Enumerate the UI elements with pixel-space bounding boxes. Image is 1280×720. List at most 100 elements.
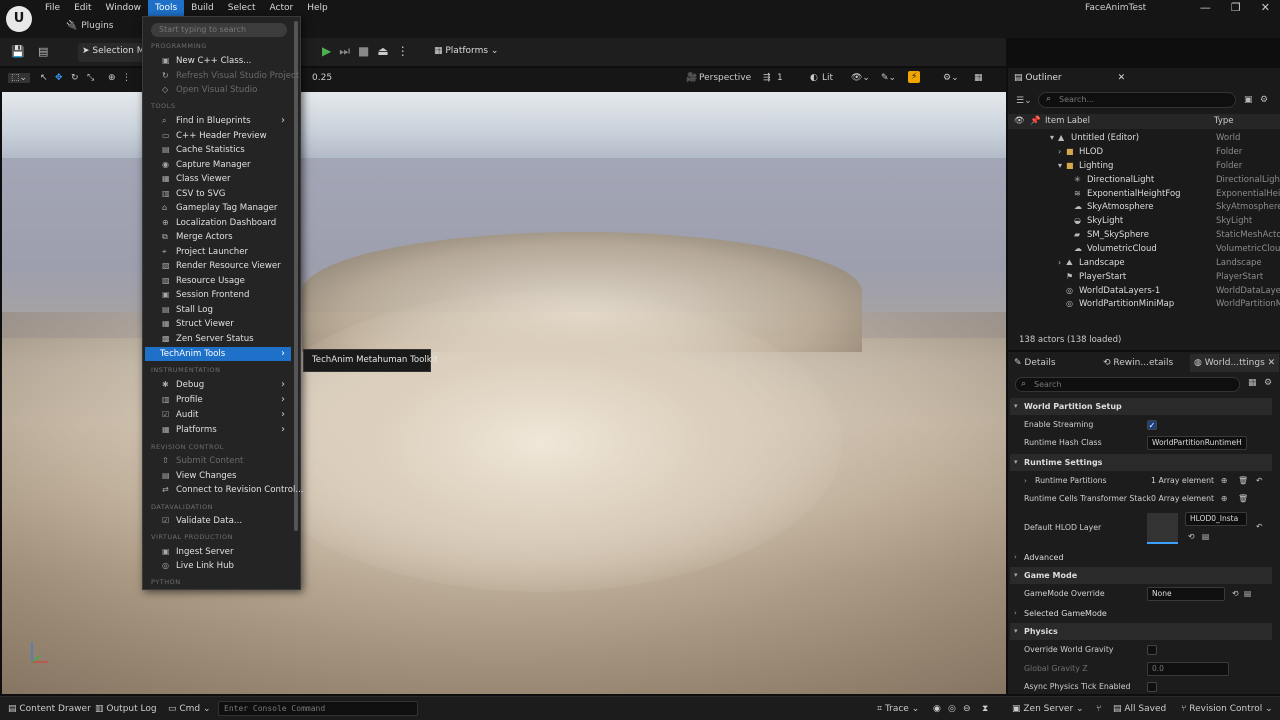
menu-item-view-changes[interactable]: ▤ View Changes bbox=[145, 469, 291, 483]
override-gravity-checkbox[interactable] bbox=[1147, 645, 1157, 655]
add-element-icon[interactable]: ⊕ bbox=[1221, 490, 1228, 508]
snap-value[interactable]: 0.25 bbox=[312, 73, 332, 83]
enable-streaming-checkbox[interactable]: ✓ bbox=[1147, 420, 1157, 430]
menu-search-input[interactable]: Start typing to search bbox=[151, 23, 287, 37]
menu-window[interactable]: Window bbox=[99, 0, 149, 16]
menu-item-merge-actors[interactable]: ⧉ Merge Actors bbox=[145, 230, 291, 244]
brush-settings-icon[interactable]: ✎⌄ bbox=[881, 73, 896, 83]
tab-details[interactable]: ✎ Details bbox=[1014, 354, 1056, 372]
details-search-input[interactable]: Search bbox=[1015, 377, 1240, 392]
settings-icon[interactable]: ⚙⌄ bbox=[943, 73, 959, 83]
zen-server-button[interactable]: ▣ Zen Server ⌄ bbox=[1012, 704, 1084, 714]
menu-item-find-in-blueprints[interactable]: ⌕ Find in Blueprints › bbox=[145, 114, 291, 128]
menu-item-validate-data[interactable]: ☑ Validate Data... bbox=[145, 514, 291, 528]
menu-item-render-resource-viewer[interactable]: ▧ Render Resource Viewer bbox=[145, 259, 291, 273]
menu-help[interactable]: Help bbox=[300, 0, 335, 16]
maximize-icon[interactable]: ❐ bbox=[1231, 1, 1241, 14]
section-world-partition-setup[interactable]: ▾ World Partition Setup bbox=[1010, 398, 1272, 415]
move-tool-icon[interactable]: ✥ bbox=[55, 73, 63, 83]
visibility-icon[interactable]: 👁 bbox=[1014, 116, 1025, 126]
menu-item-profile[interactable]: ▥ Profile › bbox=[145, 393, 291, 407]
outliner-row[interactable]: ☁ SkyAtmosphere SkyAtmosphere bbox=[1008, 200, 1280, 214]
layout-icon[interactable]: ▦ bbox=[974, 73, 983, 83]
menu-item-struct-viewer[interactable]: ▦ Struct Viewer bbox=[145, 317, 291, 331]
menu-item-live-link-hub[interactable]: ◎ Live Link Hub bbox=[145, 559, 291, 573]
world-local-icon[interactable]: ⊕ bbox=[108, 73, 116, 83]
camera-speed-button[interactable]: 1 bbox=[777, 73, 783, 83]
step-icon[interactable]: ⏭ bbox=[339, 44, 350, 59]
menu-item-audit[interactable]: ☑ Audit › bbox=[145, 408, 291, 422]
outliner-tab[interactable]: ▤ Outliner ✕ bbox=[1008, 68, 1125, 88]
menu-actor[interactable]: Actor bbox=[263, 0, 301, 16]
all-saved-button[interactable]: ▤ All Saved bbox=[1113, 704, 1166, 714]
settings-icon[interactable]: ⚙ bbox=[1264, 378, 1272, 388]
close-tab-icon[interactable]: ✕ bbox=[1265, 358, 1276, 368]
outliner-row[interactable]: › ⛰ Landscape Landscape bbox=[1008, 256, 1280, 270]
menu-item-ingest-server[interactable]: ▣ Ingest Server bbox=[145, 545, 291, 559]
hlod-dropdown[interactable]: HLOD0_Insta bbox=[1185, 512, 1247, 526]
section-physics[interactable]: ▾ Physics bbox=[1010, 623, 1272, 640]
close-tab-icon[interactable]: ✕ bbox=[1118, 73, 1126, 83]
outliner-search-input[interactable]: Search... bbox=[1038, 92, 1236, 108]
expand-arrow-icon[interactable]: › bbox=[1058, 256, 1061, 270]
unreal-logo-icon[interactable]: U bbox=[6, 6, 32, 32]
menu-item-resource-usage[interactable]: ▨ Resource Usage bbox=[145, 274, 291, 288]
menu-item-class-viewer[interactable]: ▦ Class Viewer bbox=[145, 172, 291, 186]
outliner-row[interactable]: ⚑ PlayerStart PlayerStart bbox=[1008, 270, 1280, 284]
menu-item-gameplay-tag-manager[interactable]: ⌂ Gameplay Tag Manager bbox=[145, 201, 291, 215]
add-folder-icon[interactable]: ▣ bbox=[1244, 95, 1253, 105]
menu-file[interactable]: File bbox=[38, 0, 67, 16]
outliner-row[interactable]: ▰ SM_SkySphere StaticMeshActor bbox=[1008, 228, 1280, 242]
use-selected-icon[interactable]: ⟲ bbox=[1232, 585, 1239, 603]
filter-icon[interactable]: ☰⌄ bbox=[1016, 96, 1032, 106]
trash-icon[interactable]: 🗑 bbox=[1238, 490, 1248, 508]
expand-arrow-icon[interactable]: › bbox=[1058, 145, 1061, 159]
menu-item-session-frontend[interactable]: ▣ Session Frontend bbox=[145, 288, 291, 302]
menu-build[interactable]: Build bbox=[184, 0, 221, 16]
menu-item-capture-manager[interactable]: ◉ Capture Manager bbox=[145, 158, 291, 172]
menu-select[interactable]: Select bbox=[221, 0, 263, 16]
type-header[interactable]: Type bbox=[1214, 116, 1234, 126]
section-advanced[interactable]: › Advanced bbox=[1010, 549, 1272, 566]
outliner-row[interactable]: ✳ DirectionalLight DirectionalLight bbox=[1008, 173, 1280, 187]
menu-item-localization-dashboard[interactable]: ⊕ Localization Dashboard bbox=[145, 216, 291, 230]
item-label-header[interactable]: Item Label bbox=[1045, 116, 1090, 126]
browse-icon[interactable]: ▤ bbox=[1244, 585, 1251, 603]
save-icon[interactable]: 💾 bbox=[11, 45, 25, 58]
scale-tool-icon[interactable]: ⤡ bbox=[87, 73, 94, 83]
toggle-icon[interactable]: ⊖ bbox=[963, 704, 971, 714]
menu-item-cache-statistics[interactable]: ▤ Cache Statistics bbox=[145, 143, 291, 157]
menu-scrollbar[interactable] bbox=[294, 21, 298, 531]
rotate-tool-icon[interactable]: ↻ bbox=[71, 73, 79, 83]
content-browser-icon[interactable]: ▤ bbox=[38, 45, 48, 58]
outliner-row[interactable]: ▾ ■ Lighting Folder bbox=[1008, 159, 1280, 173]
expand-arrow-icon[interactable]: ▾ bbox=[1050, 131, 1054, 145]
expand-arrow-icon[interactable]: ▾ bbox=[1058, 159, 1062, 173]
play-options-icon[interactable]: ⋮ bbox=[397, 44, 409, 59]
expand-arrow-icon[interactable]: › bbox=[1024, 472, 1027, 490]
trace-button[interactable]: ⌗ Trace ⌄ bbox=[877, 704, 919, 714]
view-mode-button[interactable]: Lit bbox=[822, 73, 833, 83]
trash-icon[interactable]: 🗑 bbox=[1238, 472, 1248, 490]
perspective-button[interactable]: Perspective bbox=[699, 73, 751, 83]
console-command-input[interactable]: Enter Console Command bbox=[218, 701, 418, 716]
menu-item-csv-to-svg[interactable]: ▥ CSV to SVG bbox=[145, 187, 291, 201]
menu-item-techanim-tools[interactable]: TechAnim Tools › bbox=[145, 347, 291, 361]
platforms-button[interactable]: ▦ Platforms ⌄ bbox=[434, 46, 498, 56]
plugins-tab[interactable]: 🔌 Plugins bbox=[66, 21, 113, 31]
menu-item-stall-log[interactable]: ▤ Stall Log bbox=[145, 303, 291, 317]
outliner-row[interactable]: › ■ HLOD Folder bbox=[1008, 145, 1280, 159]
stop-icon[interactable]: ■ bbox=[358, 44, 369, 59]
menu-tools[interactable]: Tools bbox=[148, 0, 185, 16]
gamemode-dropdown[interactable]: None bbox=[1147, 587, 1225, 601]
pin-icon[interactable]: 📌 bbox=[1030, 116, 1041, 126]
menu-item-connect-revision-control[interactable]: ⇄ Connect to Revision Control... bbox=[145, 483, 304, 497]
tab-rewind-details[interactable]: ⟲ Rewin...etails bbox=[1103, 354, 1173, 372]
section-runtime-settings[interactable]: ▾ Runtime Settings bbox=[1010, 454, 1272, 471]
menu-item-zen-server-status[interactable]: ▩ Zen Server Status bbox=[145, 332, 291, 346]
add-element-icon[interactable]: ⊕ bbox=[1221, 472, 1228, 490]
eject-icon[interactable]: ⏏ bbox=[377, 44, 388, 59]
tab-world-settings[interactable]: ◍ World...ttings ✕ bbox=[1190, 354, 1280, 372]
section-selected-gamemode[interactable]: › Selected GameMode bbox=[1010, 605, 1272, 622]
runtime-hash-dropdown[interactable]: WorldPartitionRuntimeH bbox=[1147, 436, 1247, 450]
